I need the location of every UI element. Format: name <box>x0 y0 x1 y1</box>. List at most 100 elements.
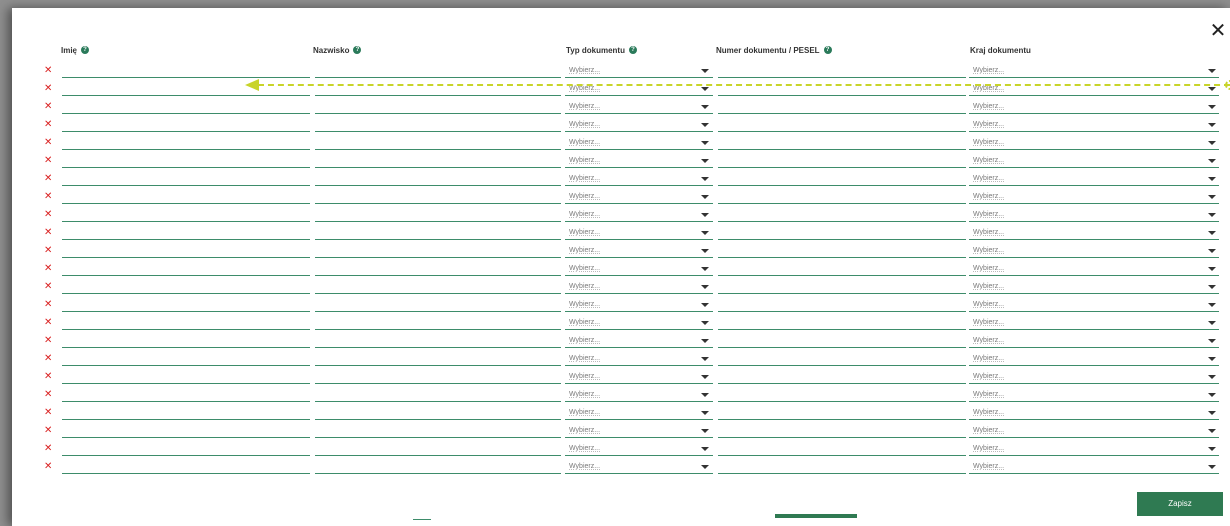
doc-country-select[interactable]: Wybierz... <box>969 459 1219 474</box>
first-name-input[interactable] <box>62 99 310 114</box>
first-name-input[interactable] <box>62 261 310 276</box>
doc-number-input[interactable] <box>718 189 966 204</box>
doc-type-select[interactable]: Wybierz... <box>565 189 713 204</box>
remove-row-icon[interactable]: ✕ <box>44 354 54 364</box>
doc-country-select[interactable]: Wybierz... <box>969 351 1219 366</box>
first-name-input[interactable] <box>62 387 310 402</box>
last-name-input[interactable] <box>315 315 561 330</box>
doc-country-select[interactable]: Wybierz... <box>969 261 1219 276</box>
doc-country-select[interactable]: Wybierz... <box>969 153 1219 168</box>
first-name-input[interactable] <box>62 423 310 438</box>
doc-country-select[interactable]: Wybierz... <box>969 423 1219 438</box>
remove-row-icon[interactable]: ✕ <box>44 336 54 346</box>
close-icon[interactable]: ✕ <box>1208 18 1228 42</box>
doc-country-select[interactable]: Wybierz... <box>969 135 1219 150</box>
first-name-input[interactable] <box>62 225 310 240</box>
doc-country-select[interactable]: Wybierz... <box>969 333 1219 348</box>
first-name-input[interactable] <box>62 207 310 222</box>
first-name-input[interactable] <box>62 135 310 150</box>
doc-type-select[interactable]: Wybierz... <box>565 297 713 312</box>
doc-type-select[interactable]: Wybierz... <box>565 135 713 150</box>
doc-type-select[interactable]: Wybierz... <box>565 153 713 168</box>
doc-number-input[interactable] <box>718 225 966 240</box>
first-name-input[interactable] <box>62 243 310 258</box>
doc-number-input[interactable] <box>718 261 966 276</box>
last-name-input[interactable] <box>315 189 561 204</box>
remove-row-icon[interactable]: ✕ <box>44 390 54 400</box>
doc-country-select[interactable]: Wybierz... <box>969 405 1219 420</box>
doc-country-select[interactable]: Wybierz... <box>969 63 1219 78</box>
first-name-input[interactable] <box>62 63 310 78</box>
remove-row-icon[interactable]: ✕ <box>44 192 54 202</box>
doc-number-input[interactable] <box>718 405 966 420</box>
help-icon[interactable]: ? <box>81 46 90 54</box>
remove-row-icon[interactable]: ✕ <box>44 246 54 256</box>
doc-number-input[interactable] <box>718 387 966 402</box>
doc-country-select[interactable]: Wybierz... <box>969 315 1219 330</box>
remove-row-icon[interactable]: ✕ <box>44 210 54 220</box>
remove-row-icon[interactable]: ✕ <box>44 462 54 472</box>
remove-row-icon[interactable]: ✕ <box>44 372 54 382</box>
doc-type-select[interactable]: Wybierz... <box>565 405 713 420</box>
last-name-input[interactable] <box>315 207 561 222</box>
last-name-input[interactable] <box>315 135 561 150</box>
doc-country-select[interactable]: Wybierz... <box>969 207 1219 222</box>
remove-row-icon[interactable]: ✕ <box>44 84 54 94</box>
doc-type-select[interactable]: Wybierz... <box>565 225 713 240</box>
last-name-input[interactable] <box>315 405 561 420</box>
remove-row-icon[interactable]: ✕ <box>44 174 54 184</box>
doc-number-input[interactable] <box>718 135 966 150</box>
help-icon[interactable]: ? <box>823 46 832 54</box>
doc-type-select[interactable]: Wybierz... <box>565 459 713 474</box>
doc-country-select[interactable]: Wybierz... <box>969 369 1219 384</box>
doc-number-input[interactable] <box>718 351 966 366</box>
last-name-input[interactable] <box>315 279 561 294</box>
remove-row-icon[interactable]: ✕ <box>44 282 54 292</box>
first-name-input[interactable] <box>62 441 310 456</box>
doc-type-select[interactable]: Wybierz... <box>565 333 713 348</box>
first-name-input[interactable] <box>62 333 310 348</box>
last-name-input[interactable] <box>315 459 561 474</box>
doc-number-input[interactable] <box>718 171 966 186</box>
last-name-input[interactable] <box>315 261 561 276</box>
remove-row-icon[interactable]: ✕ <box>44 444 54 454</box>
doc-country-select[interactable]: Wybierz... <box>969 243 1219 258</box>
doc-country-select[interactable]: Wybierz... <box>969 117 1219 132</box>
remove-row-icon[interactable]: ✕ <box>44 120 54 130</box>
doc-number-input[interactable] <box>718 207 966 222</box>
last-name-input[interactable] <box>315 351 561 366</box>
doc-type-select[interactable]: Wybierz... <box>565 369 713 384</box>
doc-type-select[interactable]: Wybierz... <box>565 441 713 456</box>
remove-row-icon[interactable]: ✕ <box>44 102 54 112</box>
doc-type-select[interactable]: Wybierz... <box>565 279 713 294</box>
last-name-input[interactable] <box>315 297 561 312</box>
remove-row-icon[interactable]: ✕ <box>44 300 54 310</box>
doc-country-select[interactable]: Wybierz... <box>969 225 1219 240</box>
doc-number-input[interactable] <box>718 315 966 330</box>
last-name-input[interactable] <box>315 117 561 132</box>
help-icon[interactable]: ? <box>353 46 362 54</box>
doc-number-input[interactable] <box>718 63 966 78</box>
last-name-input[interactable] <box>315 243 561 258</box>
last-name-input[interactable] <box>315 333 561 348</box>
last-name-input[interactable] <box>315 387 561 402</box>
doc-type-select[interactable]: Wybierz... <box>565 99 713 114</box>
last-name-input[interactable] <box>315 441 561 456</box>
doc-country-select[interactable]: Wybierz... <box>969 279 1219 294</box>
doc-type-select[interactable]: Wybierz... <box>565 261 713 276</box>
doc-number-input[interactable] <box>718 279 966 294</box>
doc-number-input[interactable] <box>718 99 966 114</box>
doc-type-select[interactable]: Wybierz... <box>565 387 713 402</box>
doc-number-input[interactable] <box>718 153 966 168</box>
first-name-input[interactable] <box>62 405 310 420</box>
last-name-input[interactable] <box>315 423 561 438</box>
doc-type-select[interactable]: Wybierz... <box>565 117 713 132</box>
doc-country-select[interactable]: Wybierz... <box>969 99 1219 114</box>
first-name-input[interactable] <box>62 315 310 330</box>
doc-country-select[interactable]: Wybierz... <box>969 297 1219 312</box>
first-name-input[interactable] <box>62 351 310 366</box>
doc-type-select[interactable]: Wybierz... <box>565 423 713 438</box>
remove-row-icon[interactable]: ✕ <box>44 138 54 148</box>
remove-row-icon[interactable]: ✕ <box>44 408 54 418</box>
remove-row-icon[interactable]: ✕ <box>44 66 54 76</box>
